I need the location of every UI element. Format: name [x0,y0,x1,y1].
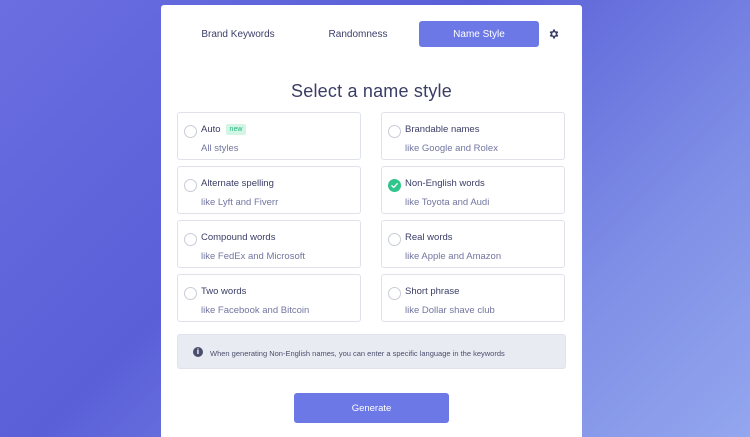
option-non-english-words[interactable]: Non-English words like Toyota and Audi [381,166,565,214]
name-style-card: Brand Keywords Randomness Name Style Sel… [161,5,582,437]
option-title: Compound words [201,232,276,243]
option-title: Short phrase [405,286,460,297]
option-title-text: Auto [201,124,221,135]
option-subtitle: like Toyota and Audi [405,197,490,208]
radio-icon[interactable] [184,287,197,300]
tab-bar: Brand Keywords Randomness Name Style [161,21,582,47]
option-short-phrase[interactable]: Short phrase like Dollar shave club [381,274,565,322]
info-icon: i [193,347,203,357]
generate-button[interactable]: Generate [294,393,449,423]
option-auto[interactable]: Auto new All styles [177,112,361,160]
info-note: i When generating Non-English names, you… [177,334,566,369]
option-subtitle: like Apple and Amazon [405,251,502,262]
option-title: Alternate spelling [201,178,274,189]
gear-icon[interactable] [546,26,562,42]
radio-icon[interactable] [388,233,401,246]
option-brandable-names[interactable]: Brandable names like Google and Rolex [381,112,565,160]
info-text: When generating Non-English names, you c… [210,349,505,358]
checkmark-icon[interactable] [388,179,401,192]
page-title: Select a name style [291,81,452,101]
tab-randomness[interactable]: Randomness [299,21,417,47]
radio-icon[interactable] [388,125,401,138]
option-title: Real words [405,232,453,243]
option-title: Non-English words [405,178,485,189]
radio-icon[interactable] [184,233,197,246]
radio-icon[interactable] [388,287,401,300]
option-alternate-spelling[interactable]: Alternate spelling like Lyft and Fiverr [177,166,361,214]
option-title: Two words [201,286,247,297]
option-title: Brandable names [405,124,480,135]
new-badge: new [225,124,247,135]
option-title: Auto new [201,124,247,135]
tab-brand-keywords[interactable]: Brand Keywords [179,21,297,47]
option-subtitle: like Facebook and Bitcoin [201,305,310,316]
tab-name-style[interactable]: Name Style [419,21,539,47]
option-subtitle: like Dollar shave club [405,305,495,316]
radio-icon[interactable] [184,125,197,138]
option-subtitle: like Google and Rolex [405,143,498,154]
option-subtitle: All styles [201,143,239,154]
option-two-words[interactable]: Two words like Facebook and Bitcoin [177,274,361,322]
option-real-words[interactable]: Real words like Apple and Amazon [381,220,565,268]
option-subtitle: like Lyft and Fiverr [201,197,279,208]
option-subtitle: like FedEx and Microsoft [201,251,306,262]
option-compound-words[interactable]: Compound words like FedEx and Microsoft [177,220,361,268]
radio-icon[interactable] [184,179,197,192]
